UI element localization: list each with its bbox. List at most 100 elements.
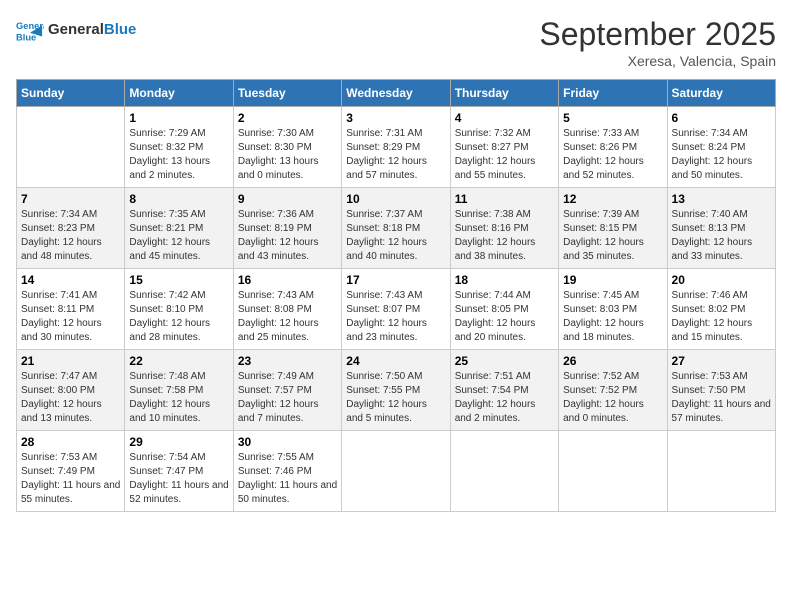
day-cell: 28 Sunrise: 7:53 AMSunset: 7:49 PMDayligh… bbox=[17, 431, 125, 512]
day-number: 30 bbox=[238, 435, 337, 449]
day-cell bbox=[342, 431, 450, 512]
day-cell: 17 Sunrise: 7:43 AMSunset: 8:07 PMDayligh… bbox=[342, 269, 450, 350]
day-info: Sunrise: 7:49 AMSunset: 7:57 PMDaylight:… bbox=[238, 370, 337, 426]
day-cell: 26 Sunrise: 7:52 AMSunset: 7:52 PMDayligh… bbox=[559, 350, 667, 431]
day-info: Sunrise: 7:35 AMSunset: 8:21 PMDaylight:… bbox=[129, 208, 228, 264]
day-cell: 1 Sunrise: 7:29 AMSunset: 8:32 PMDaylight… bbox=[125, 107, 233, 188]
day-number: 15 bbox=[129, 273, 228, 287]
day-number: 10 bbox=[346, 192, 445, 206]
day-number: 7 bbox=[21, 192, 120, 206]
day-number: 5 bbox=[563, 111, 662, 125]
logo: General Blue GeneralBlue bbox=[16, 16, 136, 44]
day-cell: 20 Sunrise: 7:46 AMSunset: 8:02 PMDayligh… bbox=[667, 269, 775, 350]
title-area: September 2025 Xeresa, Valencia, Spain bbox=[539, 16, 776, 69]
day-info: Sunrise: 7:32 AMSunset: 8:27 PMDaylight:… bbox=[455, 127, 554, 183]
day-number: 4 bbox=[455, 111, 554, 125]
day-number: 28 bbox=[21, 435, 120, 449]
day-number: 29 bbox=[129, 435, 228, 449]
day-cell: 12 Sunrise: 7:39 AMSunset: 8:15 PMDayligh… bbox=[559, 188, 667, 269]
day-info: Sunrise: 7:55 AMSunset: 7:46 PMDaylight:… bbox=[238, 451, 337, 507]
day-info: Sunrise: 7:30 AMSunset: 8:30 PMDaylight:… bbox=[238, 127, 337, 183]
day-info: Sunrise: 7:54 AMSunset: 7:47 PMDaylight:… bbox=[129, 451, 228, 507]
day-cell bbox=[17, 107, 125, 188]
day-number: 26 bbox=[563, 354, 662, 368]
day-info: Sunrise: 7:48 AMSunset: 7:58 PMDaylight:… bbox=[129, 370, 228, 426]
day-info: Sunrise: 7:38 AMSunset: 8:16 PMDaylight:… bbox=[455, 208, 554, 264]
day-info: Sunrise: 7:53 AMSunset: 7:50 PMDaylight:… bbox=[672, 370, 771, 426]
header-cell-sunday: Sunday bbox=[17, 80, 125, 107]
day-cell: 25 Sunrise: 7:51 AMSunset: 7:54 PMDayligh… bbox=[450, 350, 558, 431]
day-cell: 15 Sunrise: 7:42 AMSunset: 8:10 PMDayligh… bbox=[125, 269, 233, 350]
day-number: 9 bbox=[238, 192, 337, 206]
day-number: 11 bbox=[455, 192, 554, 206]
day-info: Sunrise: 7:52 AMSunset: 7:52 PMDaylight:… bbox=[563, 370, 662, 426]
day-number: 8 bbox=[129, 192, 228, 206]
day-cell: 27 Sunrise: 7:53 AMSunset: 7:50 PMDayligh… bbox=[667, 350, 775, 431]
day-cell: 18Sunrise: 7:44 AMSunset: 8:05 PMDayligh… bbox=[450, 269, 558, 350]
day-info: Sunrise: 7:37 AMSunset: 8:18 PMDaylight:… bbox=[346, 208, 445, 264]
calendar-table: SundayMondayTuesdayWednesdayThursdayFrid… bbox=[16, 79, 776, 512]
location-subtitle: Xeresa, Valencia, Spain bbox=[539, 53, 776, 69]
day-cell: 13 Sunrise: 7:40 AMSunset: 8:13 PMDayligh… bbox=[667, 188, 775, 269]
day-cell: 22 Sunrise: 7:48 AMSunset: 7:58 PMDayligh… bbox=[125, 350, 233, 431]
day-info: Sunrise: 7:29 AMSunset: 8:32 PMDaylight:… bbox=[129, 127, 228, 183]
day-info: Sunrise: 7:42 AMSunset: 8:10 PMDaylight:… bbox=[129, 289, 228, 345]
day-cell: 2 Sunrise: 7:30 AMSunset: 8:30 PMDaylight… bbox=[233, 107, 341, 188]
week-row-1: 1 Sunrise: 7:29 AMSunset: 8:32 PMDaylight… bbox=[17, 107, 776, 188]
day-info: Sunrise: 7:50 AMSunset: 7:55 PMDaylight:… bbox=[346, 370, 445, 426]
logo-icon: General Blue bbox=[16, 16, 44, 44]
day-info: Sunrise: 7:31 AMSunset: 8:29 PMDaylight:… bbox=[346, 127, 445, 183]
day-cell bbox=[667, 431, 775, 512]
svg-text:Blue: Blue bbox=[16, 32, 36, 42]
day-number: 24 bbox=[346, 354, 445, 368]
week-row-4: 21 Sunrise: 7:47 AMSunset: 8:00 PMDayligh… bbox=[17, 350, 776, 431]
header-cell-friday: Friday bbox=[559, 80, 667, 107]
day-info: Sunrise: 7:34 AMSunset: 8:23 PMDaylight:… bbox=[21, 208, 120, 264]
day-cell: 23 Sunrise: 7:49 AMSunset: 7:57 PMDayligh… bbox=[233, 350, 341, 431]
week-row-5: 28 Sunrise: 7:53 AMSunset: 7:49 PMDayligh… bbox=[17, 431, 776, 512]
day-info: Sunrise: 7:43 AMSunset: 8:07 PMDaylight:… bbox=[346, 289, 445, 345]
day-info: Sunrise: 7:53 AMSunset: 7:49 PMDaylight:… bbox=[21, 451, 120, 507]
day-info: Sunrise: 7:45 AMSunset: 8:03 PMDaylight:… bbox=[563, 289, 662, 345]
day-info: Sunrise: 7:40 AMSunset: 8:13 PMDaylight:… bbox=[672, 208, 771, 264]
day-cell: 5Sunrise: 7:33 AMSunset: 8:26 PMDaylight… bbox=[559, 107, 667, 188]
day-cell: 10 Sunrise: 7:37 AMSunset: 8:18 PMDayligh… bbox=[342, 188, 450, 269]
day-info: Sunrise: 7:46 AMSunset: 8:02 PMDaylight:… bbox=[672, 289, 771, 345]
day-info: Sunrise: 7:39 AMSunset: 8:15 PMDaylight:… bbox=[563, 208, 662, 264]
day-cell: 7 Sunrise: 7:34 AMSunset: 8:23 PMDaylight… bbox=[17, 188, 125, 269]
day-info: Sunrise: 7:47 AMSunset: 8:00 PMDaylight:… bbox=[21, 370, 120, 426]
day-number: 20 bbox=[672, 273, 771, 287]
day-cell: 30 Sunrise: 7:55 AMSunset: 7:46 PMDayligh… bbox=[233, 431, 341, 512]
month-title: September 2025 bbox=[539, 16, 776, 53]
day-number: 12 bbox=[563, 192, 662, 206]
day-number: 3 bbox=[346, 111, 445, 125]
day-number: 21 bbox=[21, 354, 120, 368]
day-cell: 4 Sunrise: 7:32 AMSunset: 8:27 PMDaylight… bbox=[450, 107, 558, 188]
header-row: SundayMondayTuesdayWednesdayThursdayFrid… bbox=[17, 80, 776, 107]
day-cell: 16Sunrise: 7:43 AMSunset: 8:08 PMDayligh… bbox=[233, 269, 341, 350]
day-number: 1 bbox=[129, 111, 228, 125]
week-row-2: 7 Sunrise: 7:34 AMSunset: 8:23 PMDaylight… bbox=[17, 188, 776, 269]
header-cell-thursday: Thursday bbox=[450, 80, 558, 107]
day-number: 6 bbox=[672, 111, 771, 125]
page-header: General Blue GeneralBlue September 2025 … bbox=[16, 16, 776, 69]
day-cell: 8 Sunrise: 7:35 AMSunset: 8:21 PMDaylight… bbox=[125, 188, 233, 269]
day-number: 25 bbox=[455, 354, 554, 368]
header-cell-saturday: Saturday bbox=[667, 80, 775, 107]
day-info: Sunrise: 7:51 AMSunset: 7:54 PMDaylight:… bbox=[455, 370, 554, 426]
day-number: 19 bbox=[563, 273, 662, 287]
day-info: Sunrise: 7:43 AMSunset: 8:08 PMDaylight:… bbox=[238, 289, 337, 345]
day-number: 23 bbox=[238, 354, 337, 368]
logo-text: GeneralBlue bbox=[48, 21, 136, 39]
day-number: 27 bbox=[672, 354, 771, 368]
day-number: 22 bbox=[129, 354, 228, 368]
day-number: 2 bbox=[238, 111, 337, 125]
day-info: Sunrise: 7:34 AMSunset: 8:24 PMDaylight:… bbox=[672, 127, 771, 183]
header-cell-tuesday: Tuesday bbox=[233, 80, 341, 107]
day-number: 14 bbox=[21, 273, 120, 287]
day-cell: 3 Sunrise: 7:31 AMSunset: 8:29 PMDaylight… bbox=[342, 107, 450, 188]
day-info: Sunrise: 7:36 AMSunset: 8:19 PMDaylight:… bbox=[238, 208, 337, 264]
day-number: 17 bbox=[346, 273, 445, 287]
day-number: 18 bbox=[455, 273, 554, 287]
day-number: 13 bbox=[672, 192, 771, 206]
